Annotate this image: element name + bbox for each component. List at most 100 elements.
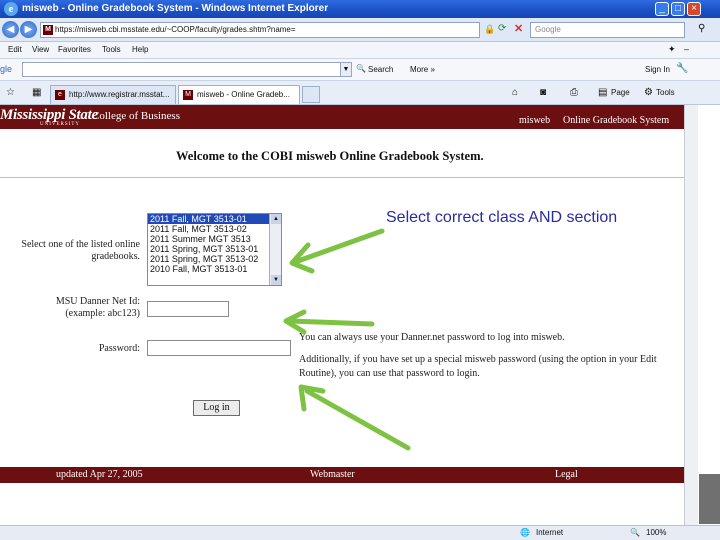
annotation-text: Select correct class AND section (386, 209, 618, 226)
address-toolbar: ◀ ▶ M https://misweb.cbi.msstate.edu/~CO… (0, 18, 720, 42)
gradebook-option[interactable]: 2011 Spring, MGT 3513-02 (148, 254, 269, 264)
gradebook-select-list[interactable]: 2011 Fall, MGT 3513-01 2011 Fall, MGT 35… (147, 213, 282, 286)
window-title: misweb - Online Gradebook System - Windo… (22, 3, 329, 14)
menu-favorites[interactable]: Favorites (58, 45, 91, 54)
footer-updated: updated Apr 27, 2005 (56, 469, 143, 480)
security-zone: Internet (536, 528, 564, 537)
zoom-level[interactable]: 100% (646, 528, 666, 537)
netid-label-line2: (example: abc123) (65, 308, 140, 319)
gradebook-option[interactable]: 2011 Fall, MGT 3513-01 (148, 214, 269, 224)
annotation-arrow-list (295, 228, 385, 264)
maximize-button[interactable]: □ (671, 2, 685, 16)
scrollbar-track[interactable] (684, 105, 698, 525)
tools-menu[interactable]: Tools (656, 88, 675, 97)
gradebook-label-line1: Select one of the listed online (21, 239, 140, 250)
web-search-input[interactable]: Google (530, 22, 685, 38)
zoom-icon[interactable]: 🔍 (630, 528, 640, 537)
gradebook-label-line2: gradebooks. (91, 251, 140, 262)
menu-edit[interactable]: Edit (8, 45, 22, 54)
lock-icon[interactable]: 🔒 (484, 24, 495, 35)
home-icon[interactable]: ⌂ (512, 87, 518, 98)
webmaster-link[interactable]: Webmaster (310, 469, 355, 480)
favorites-icon[interactable]: ☆ (6, 87, 15, 98)
password-note: You can always use your Danner.net passw… (299, 332, 565, 343)
nav-misweb-link[interactable]: misweb (519, 115, 550, 126)
site-header: Mississippi State UNIVERSITY College of … (0, 105, 684, 129)
favorites-star-icon[interactable]: ✦ (668, 44, 676, 55)
netid-label: MSU Danner Net Id: (example: abc123) (0, 296, 140, 320)
annotation-arrowhead-netid (283, 309, 307, 335)
google-toolbar: gle ▼ 🔍 Search More » Sign In 🔧 (0, 59, 720, 81)
login-button[interactable]: Log in (193, 400, 240, 416)
ie-icon: e (4, 2, 18, 16)
globe-icon: 🌐 (520, 528, 530, 537)
refresh-icon[interactable]: ⟳ (498, 23, 506, 34)
gradebook-option[interactable]: 2011 Fall, MGT 3513-02 (148, 224, 269, 234)
google-signin-button[interactable]: Sign In (645, 65, 670, 74)
tab-favicon: e (55, 90, 65, 100)
forward-button[interactable]: ▶ (20, 21, 37, 38)
status-bar: 🌐 Internet 🔍 100% (0, 525, 720, 540)
legal-link[interactable]: Legal (555, 469, 578, 480)
gradebook-label: Select one of the listed online gradeboo… (0, 239, 140, 263)
google-search-icon[interactable]: 🔍 (356, 64, 366, 73)
gradebook-option[interactable]: 2011 Spring, MGT 3513-01 (148, 244, 269, 254)
list-scrollbar[interactable]: ▲ ▼ (269, 214, 281, 285)
page-viewport: Mississippi State UNIVERSITY College of … (0, 105, 684, 525)
scroll-down-icon[interactable]: ▼ (271, 275, 281, 285)
tab-registrar[interactable]: e http://www.registrar.msstat... (50, 85, 176, 104)
tools-gear-icon[interactable]: ⚙ (644, 87, 653, 98)
google-more-button[interactable]: More » (410, 65, 435, 74)
menu-tools[interactable]: Tools (102, 45, 121, 54)
tab-label: http://www.registrar.msstat... (69, 90, 170, 99)
back-button[interactable]: ◀ (2, 21, 19, 38)
menu-help[interactable]: Help (132, 45, 148, 54)
minimize-button[interactable]: _ (655, 2, 669, 16)
university-logo-sub: UNIVERSITY (40, 122, 80, 127)
tab-bar: ☆ ▦ e http://www.registrar.msstat... M m… (0, 81, 720, 105)
password-field[interactable] (147, 340, 291, 356)
tab-misweb[interactable]: M misweb - Online Gradeb... (178, 85, 300, 104)
page-icon[interactable]: ▤ (598, 87, 607, 98)
divider (0, 177, 684, 178)
annotation-arrow-netid (287, 318, 375, 327)
tab-favicon: M (183, 90, 193, 100)
netid-label-line1: MSU Danner Net Id: (55, 296, 140, 307)
menu-bar: Edit View Favorites Tools Help ✦ – (0, 42, 720, 59)
google-logo: gle (0, 64, 13, 74)
page-title: Welcome to the COBI misweb Online Gradeb… (176, 149, 484, 163)
gradebook-option[interactable]: 2010 Fall, MGT 3513-01 (148, 264, 269, 274)
annotation-arrowhead-list (289, 242, 315, 274)
site-footer: updated Apr 27, 2005 Webmaster Legal (0, 467, 684, 483)
nav-gradebook-link[interactable]: Online Gradebook System (563, 115, 669, 126)
wrench-icon[interactable]: 🔧 (676, 63, 688, 74)
close-button[interactable]: × (687, 2, 701, 16)
annotation-arrow-notes (304, 388, 411, 451)
college-name: College of Business (92, 110, 180, 122)
misweb-password-note-2: Routine), you can use that password to l… (299, 368, 480, 379)
menu-view[interactable]: View (32, 45, 49, 54)
page-scrollbar[interactable] (684, 105, 720, 525)
address-text: https://misweb.cbi.msstate.edu/~COOP/fac… (55, 25, 296, 34)
gradebook-option[interactable]: 2011 Summer MGT 3513 (148, 234, 269, 244)
tab-list-icon[interactable]: ▦ (32, 87, 41, 98)
side-panel (699, 474, 720, 524)
netid-field[interactable] (147, 301, 229, 317)
password-label: Password: (98, 343, 140, 354)
google-search-button[interactable]: Search (368, 65, 393, 74)
google-search-input[interactable] (22, 62, 342, 77)
window-titlebar: e misweb - Online Gradebook System - Win… (0, 0, 720, 18)
print-icon[interactable]: ⎙ (570, 87, 578, 98)
scroll-up-icon[interactable]: ▲ (271, 214, 281, 224)
misweb-password-note-1: Additionally, if you have set up a speci… (299, 354, 657, 365)
chevron-down-icon[interactable]: ▼ (340, 62, 352, 77)
toolbar-options-icon[interactable]: – (684, 44, 689, 54)
tab-label: misweb - Online Gradeb... (197, 90, 290, 99)
page-menu[interactable]: Page (611, 88, 630, 97)
stop-icon[interactable]: ✕ (514, 22, 523, 35)
new-tab-button[interactable] (302, 86, 320, 103)
address-bar[interactable]: M https://misweb.cbi.msstate.edu/~COOP/f… (40, 22, 480, 38)
annotation-arrowhead-notes (298, 384, 326, 412)
feeds-icon[interactable]: ◙ (540, 87, 546, 98)
search-icon[interactable]: ⚲ (698, 23, 705, 34)
